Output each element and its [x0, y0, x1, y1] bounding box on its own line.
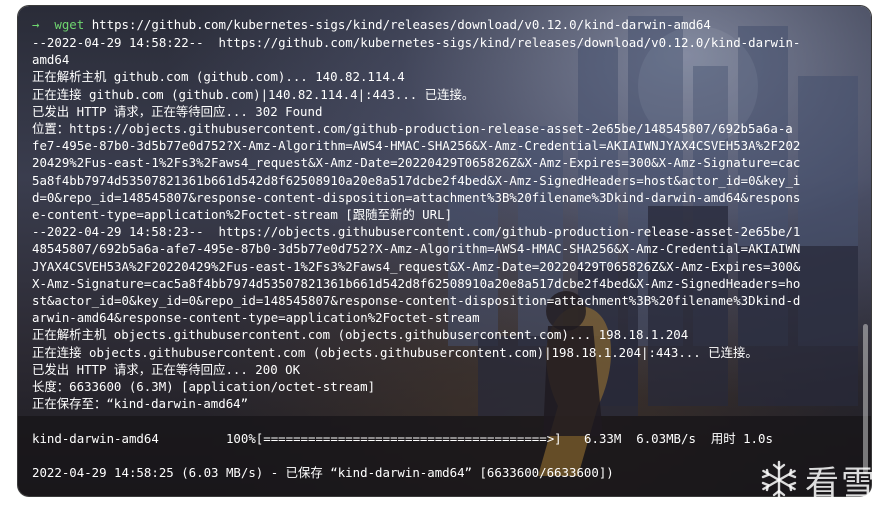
command-name: wget [54, 17, 85, 32]
watermark: 看雪 [759, 458, 877, 504]
output-line: X-Amz-Signature=cac5a8f4bb7974d535078213… [32, 276, 801, 291]
output-line: 已发出 HTTP 请求，正在等待回应... 302 Found [32, 104, 323, 119]
command-line: → wget https://github.com/kubernetes-sig… [32, 16, 711, 33]
terminal-window[interactable]: → wget https://github.com/kubernetes-sig… [18, 6, 871, 496]
watermark-text: 看雪 [805, 463, 877, 504]
snowflake-icon [761, 460, 797, 500]
vertical-scrollbar[interactable] [863, 324, 868, 474]
output-line: d=0&repo_id=148545807&response-content-d… [32, 190, 801, 205]
output-line: --2022-04-29 14:58:23-- https://objects.… [32, 224, 801, 239]
output-line: 位置：https://objects.githubusercontent.com… [32, 121, 793, 136]
output-line: 2022-04-29 14:58:25 (6.03 MB/s) - 已保存 “k… [32, 465, 614, 480]
prompt-arrow-icon: → [32, 17, 40, 32]
output-line: JYAX4CSVEH53A%2F20220429%2Fus-east-1%2Fs… [32, 259, 801, 274]
progress-line: kind-darwin-amd64 100%[=================… [32, 431, 773, 446]
output-line: 正在连接 objects.githubusercontent.com (obje… [32, 345, 758, 360]
output-line: 20429%2Fus-east-1%2Fs3%2Faws4_request&X-… [32, 155, 801, 170]
output-line: 正在保存至：“kind-darwin-amd64” [32, 396, 249, 411]
output-line: 正在解析主机 objects.githubusercontent.com (ob… [32, 327, 689, 342]
output-line: 正在连接 github.com (github.com)|140.82.114.… [32, 87, 475, 102]
output-line: fe7-495e-87b0-3d5b77e0d752?X-Amz-Algorit… [32, 138, 801, 153]
output-line: 已发出 HTTP 请求，正在等待回应... 200 OK [32, 362, 301, 377]
output-line: 长度：6633600 (6.3M) [application/octet-str… [32, 379, 376, 394]
output-line: arwin-amd64&response-content-type=applic… [32, 310, 480, 325]
output-line: 48545807/692b5a6a-afe7-495e-87b0-3d5b77e… [32, 241, 801, 256]
output-line: 正在解析主机 github.com (github.com)... 140.82… [32, 69, 405, 84]
output-line: 5a8f4bb7974d53507821361b661d542d8f625089… [32, 173, 801, 188]
output-line: st&actor_id=0&key_id=0&repo_id=148545807… [32, 293, 801, 308]
output-line: e-content-type=application%2Foctet-strea… [32, 207, 453, 222]
output-line: --2022-04-29 14:58:22-- https://github.c… [32, 35, 801, 50]
terminal-output[interactable]: → wget https://github.com/kubernetes-sig… [18, 6, 871, 496]
command-args: https://github.com/kubernetes-sigs/kind/… [84, 17, 711, 32]
output-line: amd64 [32, 52, 70, 67]
